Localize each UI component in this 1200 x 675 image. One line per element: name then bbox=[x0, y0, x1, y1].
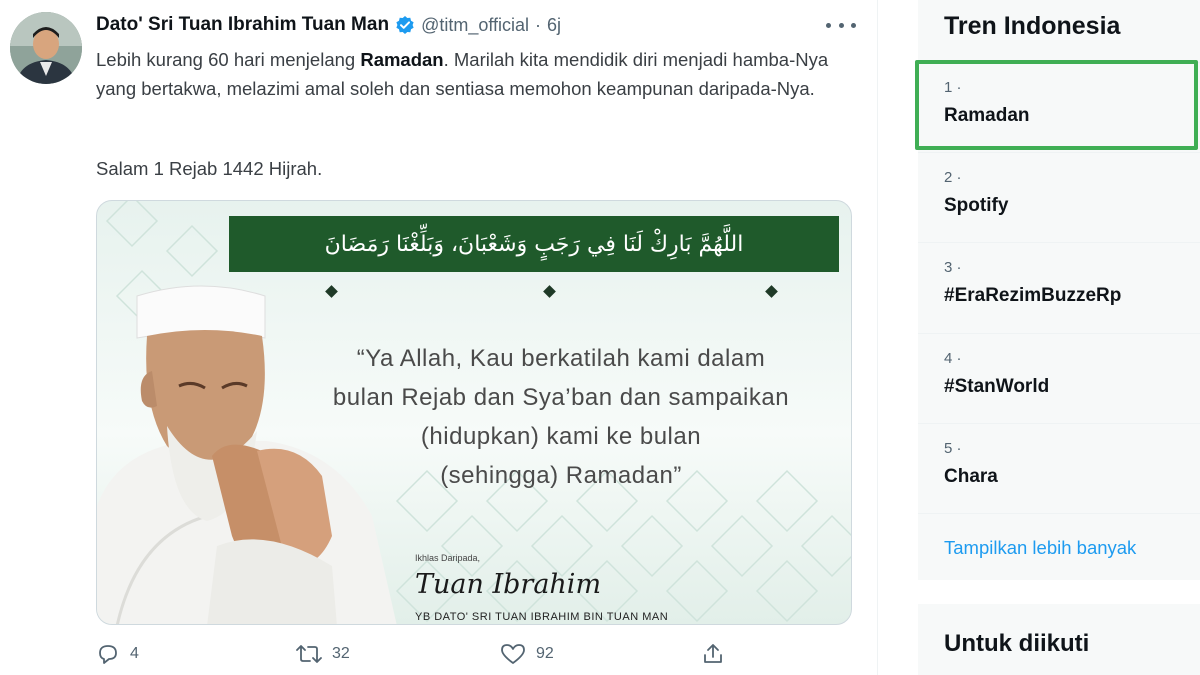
like-icon bbox=[501, 644, 525, 664]
share-button[interactable] bbox=[702, 642, 724, 666]
tweet-media-image[interactable]: اللَّهُمَّ بَارِكْ لَنَا فِي رَجَبٍ وَشَ… bbox=[96, 200, 852, 625]
quote-line: “Ya Allah, Kau berkatilah kami dalam bbox=[356, 345, 766, 372]
trend-name: #EraRezimBuzzeRp bbox=[944, 285, 1122, 306]
retweet-count: 32 bbox=[332, 645, 350, 662]
author-handle[interactable]: @titm_official bbox=[421, 15, 529, 36]
arabic-text: اللَّهُمَّ بَارِكْ لَنَا فِي رَجَبٍ وَشَ… bbox=[324, 231, 744, 257]
author-name[interactable]: Dato' Sri Tuan Ibrahim Tuan Man bbox=[96, 14, 389, 36]
quote-text: “Ya Allah, Kau berkatilah kami dalam bul… bbox=[281, 339, 841, 495]
trend-rank: 3 · bbox=[944, 259, 962, 276]
trend-rank: 5 · bbox=[944, 440, 962, 457]
reply-icon bbox=[99, 645, 117, 664]
like-count: 92 bbox=[536, 645, 554, 662]
trend-item[interactable]: 1 · Ramadan bbox=[918, 62, 1200, 152]
trend-name: Ramadan bbox=[944, 105, 1030, 126]
retweet-button[interactable]: 32 bbox=[296, 642, 350, 666]
section-gap bbox=[918, 580, 1200, 604]
trend-name: Chara bbox=[944, 466, 998, 487]
like-button[interactable]: 92 bbox=[500, 642, 554, 666]
trend-item[interactable]: 3 · #EraRezimBuzzeRp bbox=[918, 242, 1200, 332]
tweet-text-bold: Ramadan bbox=[360, 49, 444, 70]
who-to-follow-title: Untuk diikuti bbox=[944, 630, 1090, 657]
tweet-header: Dato' Sri Tuan Ibrahim Tuan Man @titm_of… bbox=[96, 12, 561, 38]
trend-rank: 4 · bbox=[944, 350, 962, 367]
tweet-text-before: Lebih kurang 60 hari menjelang bbox=[96, 49, 361, 70]
reply-count: 4 bbox=[130, 645, 139, 662]
tweet-panel: Dato' Sri Tuan Ibrahim Tuan Man @titm_of… bbox=[0, 0, 878, 675]
share-icon bbox=[704, 644, 722, 663]
trends-sidebar: Tren Indonesia 1 · Ramadan 2 · Spotify 3… bbox=[918, 0, 1200, 675]
trend-rank: 1 · bbox=[944, 79, 962, 96]
trends-title: Tren Indonesia bbox=[944, 12, 1121, 40]
signature: Tuan Ibrahim bbox=[415, 569, 602, 600]
ikhlas-label: Ikhlas Daripada, bbox=[415, 553, 481, 563]
trend-rank: 2 · bbox=[944, 169, 962, 186]
signature-caption: YB DATO' SRI TUAN IBRAHIM BIN TUAN MAN bbox=[415, 611, 669, 623]
trend-item[interactable]: 4 · #StanWorld bbox=[918, 333, 1200, 423]
quote-line: (sehingga) Ramadan” bbox=[440, 462, 682, 489]
trend-item[interactable]: 2 · Spotify bbox=[918, 152, 1200, 242]
arabic-banner: اللَّهُمَّ بَارِكْ لَنَا فِي رَجَبٍ وَشَ… bbox=[229, 216, 839, 272]
trend-name: Spotify bbox=[944, 195, 1009, 216]
trend-name: #StanWorld bbox=[944, 376, 1050, 397]
retweet-icon bbox=[296, 645, 322, 663]
avatar[interactable] bbox=[10, 12, 82, 84]
tweet-salam: Salam 1 Rejab 1442 Hijrah. bbox=[96, 158, 323, 179]
more-icon[interactable] bbox=[826, 16, 856, 34]
tweet-time[interactable]: 6j bbox=[547, 15, 561, 36]
reply-button[interactable]: 4 bbox=[96, 642, 139, 666]
separator-dot: · bbox=[535, 14, 542, 35]
quote-line: bulan Rejab dan Sya’ban dan sampaikan bbox=[332, 384, 790, 411]
verified-badge-icon bbox=[395, 15, 415, 35]
quote-line: (hidupkan) kami ke bulan bbox=[420, 423, 702, 450]
tweet-actions: 4 32 92 bbox=[96, 642, 736, 670]
divider bbox=[918, 513, 1200, 514]
tweet-text: Lebih kurang 60 hari menjelang Ramadan. … bbox=[96, 45, 836, 103]
show-more-link[interactable]: Tampilkan lebih banyak bbox=[944, 537, 1136, 559]
trend-item[interactable]: 5 · Chara bbox=[918, 423, 1200, 513]
